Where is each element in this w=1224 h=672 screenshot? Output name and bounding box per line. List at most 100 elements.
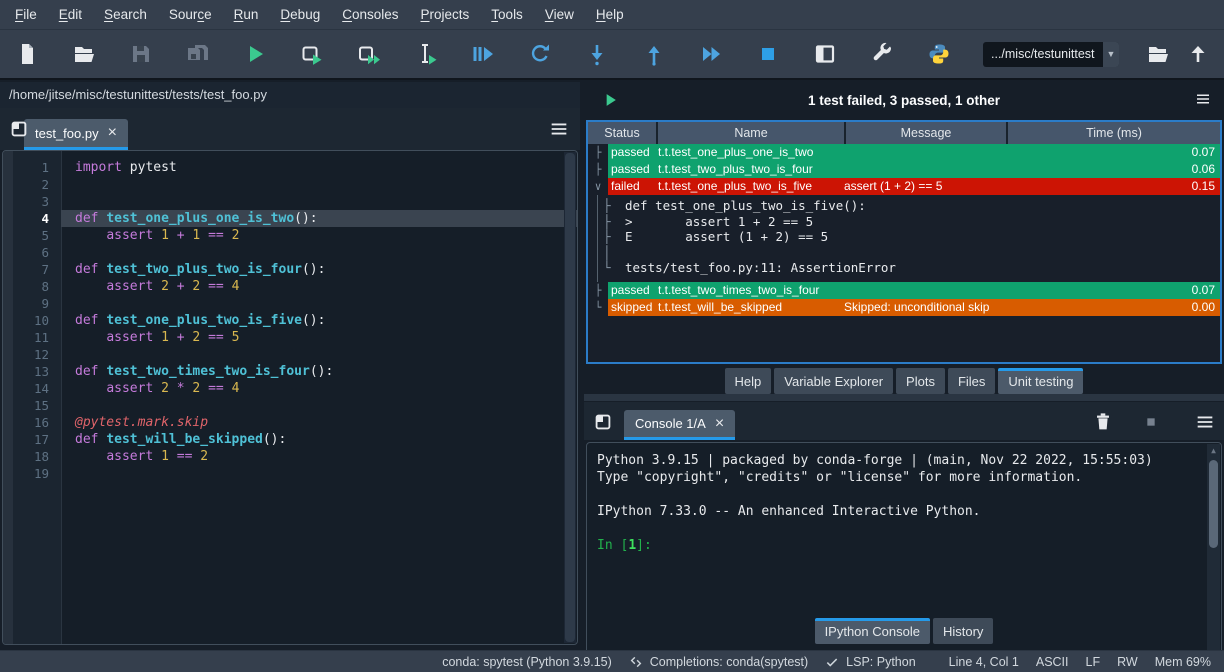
go-to-parent-directory-button[interactable] <box>1185 41 1211 67</box>
new-file-button[interactable] <box>14 41 40 67</box>
test-result-row[interactable]: ├passedt.t.test_two_plus_two_is_four0.06 <box>588 161 1220 178</box>
tree-branch-icon[interactable]: ∨ <box>588 178 608 195</box>
save-file-button[interactable] <box>128 41 154 67</box>
debug-step-over-button[interactable] <box>527 41 553 67</box>
menu-tools[interactable]: Tools <box>480 0 534 29</box>
test-status: passed <box>608 144 658 161</box>
unittest-options-icon[interactable] <box>1194 90 1212 113</box>
detail-line: │ <box>588 245 1220 261</box>
test-status: passed <box>608 161 658 178</box>
menu-help[interactable]: Help <box>585 0 635 29</box>
menu-file[interactable]: File <box>4 0 48 29</box>
editor-scrollbar[interactable] <box>564 152 576 643</box>
tab-files[interactable]: Files <box>948 368 995 394</box>
tab-variable-explorer[interactable]: Variable Explorer <box>774 368 893 394</box>
tab-history[interactable]: History <box>933 618 993 644</box>
column-header-message[interactable]: Message <box>846 122 1008 144</box>
editor-line: 9 <box>3 295 577 312</box>
run-cell-button[interactable] <box>299 41 325 67</box>
code-text <box>61 244 577 261</box>
debug-step-into-button[interactable] <box>584 41 610 67</box>
menu-search[interactable]: Search <box>93 0 158 29</box>
chevron-down-icon[interactable]: ▼ <box>1103 42 1119 67</box>
preferences-button[interactable] <box>869 41 895 67</box>
tab-test-foo-py[interactable]: test_foo.py × <box>24 119 128 150</box>
test-results-table[interactable]: StatusNameMessageTime (ms)├passedt.t.tes… <box>586 120 1222 364</box>
line-number: 12 <box>3 346 61 363</box>
run-cell-and-advance-button[interactable] <box>356 41 382 67</box>
test-result-row[interactable]: ├passedt.t.test_one_plus_one_is_two0.07 <box>588 144 1220 161</box>
line-number: 3 <box>3 193 61 210</box>
code-editor[interactable]: 1import pytest234def test_one_plus_one_i… <box>2 150 578 645</box>
console-options-icon[interactable] <box>1194 411 1216 433</box>
menu-run[interactable]: Run <box>223 0 270 29</box>
tree-branch-icon[interactable]: ├ <box>588 161 608 178</box>
interrupt-kernel-icon <box>1140 411 1162 433</box>
console-text-line: Type "copyright", "credits" or "license"… <box>597 469 1221 486</box>
remove-variables-icon[interactable] <box>1092 411 1114 433</box>
column-header-time-ms-[interactable]: Time (ms) <box>1008 122 1220 144</box>
save-all-button[interactable] <box>185 41 211 67</box>
menu-edit[interactable]: Edit <box>48 0 93 29</box>
working-directory-combo[interactable]: .../misc/testunittest▼ <box>983 42 1119 67</box>
tree-branch-icon[interactable]: ├ <box>588 282 608 299</box>
open-file-button[interactable] <box>71 41 97 67</box>
tab-unit-testing[interactable]: Unit testing <box>998 368 1083 394</box>
code-text: assert 2 + 2 == 4 <box>61 278 577 295</box>
working-directory-value: .../misc/testunittest <box>983 42 1103 67</box>
test-time: 0.06 <box>1006 161 1220 178</box>
tab-label: test_foo.py <box>35 126 99 141</box>
tab-label: Console 1/A <box>635 416 706 431</box>
tree-branch-icon[interactable]: └ <box>588 299 608 316</box>
tree-branch-icon: ├ <box>603 229 619 245</box>
debug-stop-button[interactable] <box>755 41 781 67</box>
run-file-button[interactable] <box>242 41 268 67</box>
column-header-name[interactable]: Name <box>658 122 846 144</box>
menu-consoles[interactable]: Consoles <box>331 0 409 29</box>
line-number: 5 <box>3 227 61 244</box>
tab-ipython-console[interactable]: IPython Console <box>815 618 930 644</box>
column-header-status[interactable]: Status <box>588 122 658 144</box>
test-result-row[interactable]: └skippedt.t.test_will_be_skippedSkipped:… <box>588 299 1220 316</box>
menubar: FileEditSearchSourceRunDebugConsolesProj… <box>0 0 1224 30</box>
test-result-row[interactable]: ├passedt.t.test_two_times_two_is_four0.0… <box>588 282 1220 299</box>
tab-plots[interactable]: Plots <box>896 368 945 394</box>
close-icon[interactable]: × <box>715 418 724 430</box>
menu-projects[interactable]: Projects <box>410 0 481 29</box>
test-time: 0.15 <box>1006 178 1220 195</box>
editor-line: 16@pytest.mark.skip <box>3 414 577 431</box>
tree-branch-icon[interactable]: ├ <box>588 144 608 161</box>
tab-help[interactable]: Help <box>725 368 772 394</box>
browse-tabs-icon[interactable] <box>592 411 614 433</box>
debug-file-button[interactable] <box>470 41 496 67</box>
unittest-summary: 1 test failed, 3 passed, 1 other <box>584 93 1224 108</box>
tree-branch-icon: │ <box>603 245 619 261</box>
editor-line: 13def test_two_times_two_is_four(): <box>3 363 577 380</box>
python-path-manager-button[interactable] <box>926 41 952 67</box>
debug-step-out-button[interactable] <box>641 41 667 67</box>
tab-console-1a[interactable]: Console 1/A × <box>624 410 735 440</box>
debug-continue-button[interactable] <box>698 41 724 67</box>
editor-line: 3 <box>3 193 577 210</box>
test-message: assert (1 + 2) == 5 <box>844 178 1006 195</box>
maximize-pane-button[interactable] <box>812 41 838 67</box>
line-number: 4 <box>3 210 61 227</box>
pane-splitter[interactable] <box>584 394 1224 401</box>
console-text-line: IPython 7.33.0 -- An enhanced Interactiv… <box>597 503 1221 520</box>
test-result-row[interactable]: ∨failedt.t.test_one_plus_two_is_fiveasse… <box>588 178 1220 195</box>
editor-options-icon[interactable] <box>548 118 570 140</box>
run-selection-button[interactable] <box>413 41 439 67</box>
line-number: 14 <box>3 380 61 397</box>
browse-working-directory-button[interactable] <box>1145 41 1171 67</box>
detail-line: └tests/test_foo.py:11: AssertionError <box>588 260 1220 276</box>
editor-tabbar: test_foo.py × <box>0 108 580 150</box>
main-toolbar: .../misc/testunittest▼ <box>0 30 1224 80</box>
browse-tabs-icon[interactable] <box>8 118 30 140</box>
menu-view[interactable]: View <box>534 0 585 29</box>
menu-debug[interactable]: Debug <box>269 0 331 29</box>
menu-source[interactable]: Source <box>158 0 223 29</box>
run-tests-icon[interactable] <box>600 90 620 110</box>
detail-text: E assert (1 + 2) == 5 <box>625 229 828 245</box>
close-icon[interactable]: × <box>108 127 117 139</box>
console-prompt[interactable]: In [1]: <box>597 537 1221 554</box>
